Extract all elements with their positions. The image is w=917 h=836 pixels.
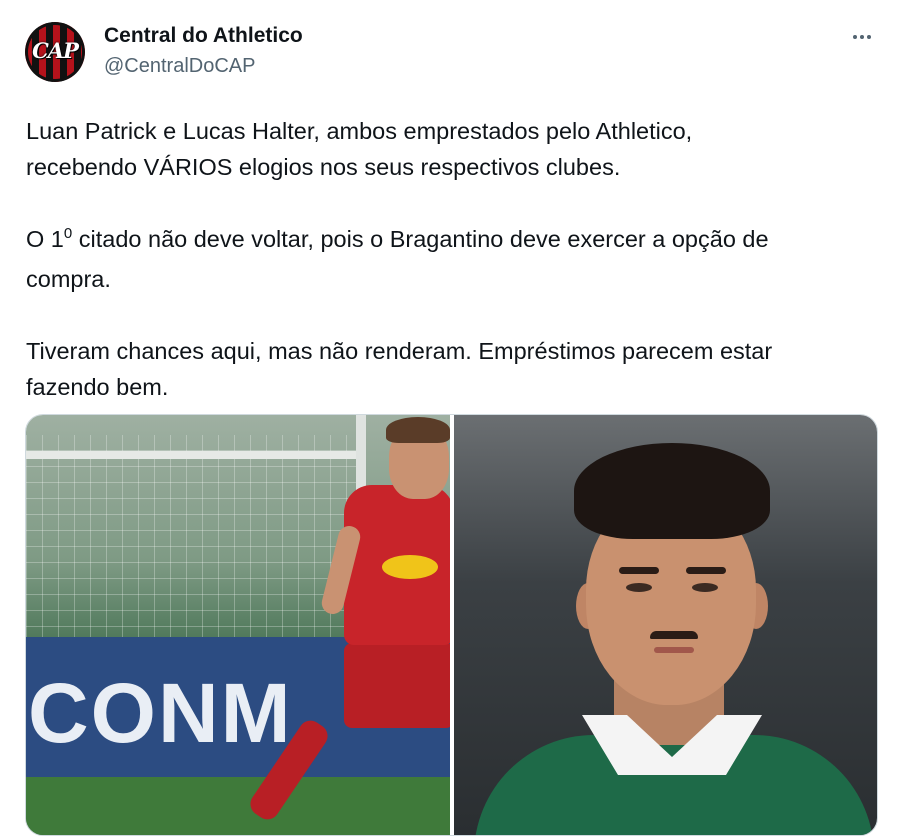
display-name[interactable]: Central do Athletico <box>104 24 303 48</box>
player-eye <box>626 583 652 592</box>
more-horizontal-icon-dot <box>860 35 864 39</box>
media-grid: CONM <box>25 414 878 836</box>
pitch-grass <box>26 777 450 835</box>
goal-net <box>26 435 356 645</box>
ordinal-superscript: 0 <box>63 225 73 242</box>
tweet-line: O 10 citado não deve voltar, pois o Brag… <box>26 221 886 261</box>
tweet-line: fazendo bem. <box>26 374 169 400</box>
tweet-line: Tiveram chances aqui, mas não renderam. … <box>26 338 773 364</box>
player-hair <box>386 417 450 443</box>
player-eye <box>692 583 718 592</box>
jersey-logo <box>382 555 438 579</box>
user-handle[interactable]: @CentralDoCAP <box>104 55 255 78</box>
player-shorts <box>344 643 450 728</box>
tweet-line: recebendo VÁRIOS elogios nos seus respec… <box>26 154 621 180</box>
tweet-line-text: citado não deve voltar, pois o Bragantin… <box>72 226 769 252</box>
avatar[interactable]: CAP <box>25 22 85 82</box>
more-horizontal-icon <box>853 35 857 39</box>
tweet-text: Luan Patrick e Lucas Halter, ambos empre… <box>26 113 886 405</box>
advertising-board-text: CONM <box>28 666 293 760</box>
player-hair <box>574 443 770 539</box>
tweet-line-text: O 1 <box>26 226 64 252</box>
avatar-logo-text: CAP <box>32 38 79 63</box>
player-mouth <box>654 647 694 653</box>
player-shirt <box>474 735 874 835</box>
photo-player-red-kit[interactable]: CONM <box>26 415 450 835</box>
tweet-line: compra. <box>26 266 111 292</box>
player-eyebrow <box>619 567 659 574</box>
player-mustache <box>650 631 698 639</box>
more-horizontal-icon-dot <box>867 35 871 39</box>
goal-crossbar <box>26 451 366 459</box>
photo-player-green-kit[interactable] <box>454 415 877 835</box>
player-eyebrow <box>686 567 726 574</box>
more-options-button[interactable] <box>846 24 878 50</box>
tweet-line: Luan Patrick e Lucas Halter, ambos empre… <box>26 118 693 144</box>
